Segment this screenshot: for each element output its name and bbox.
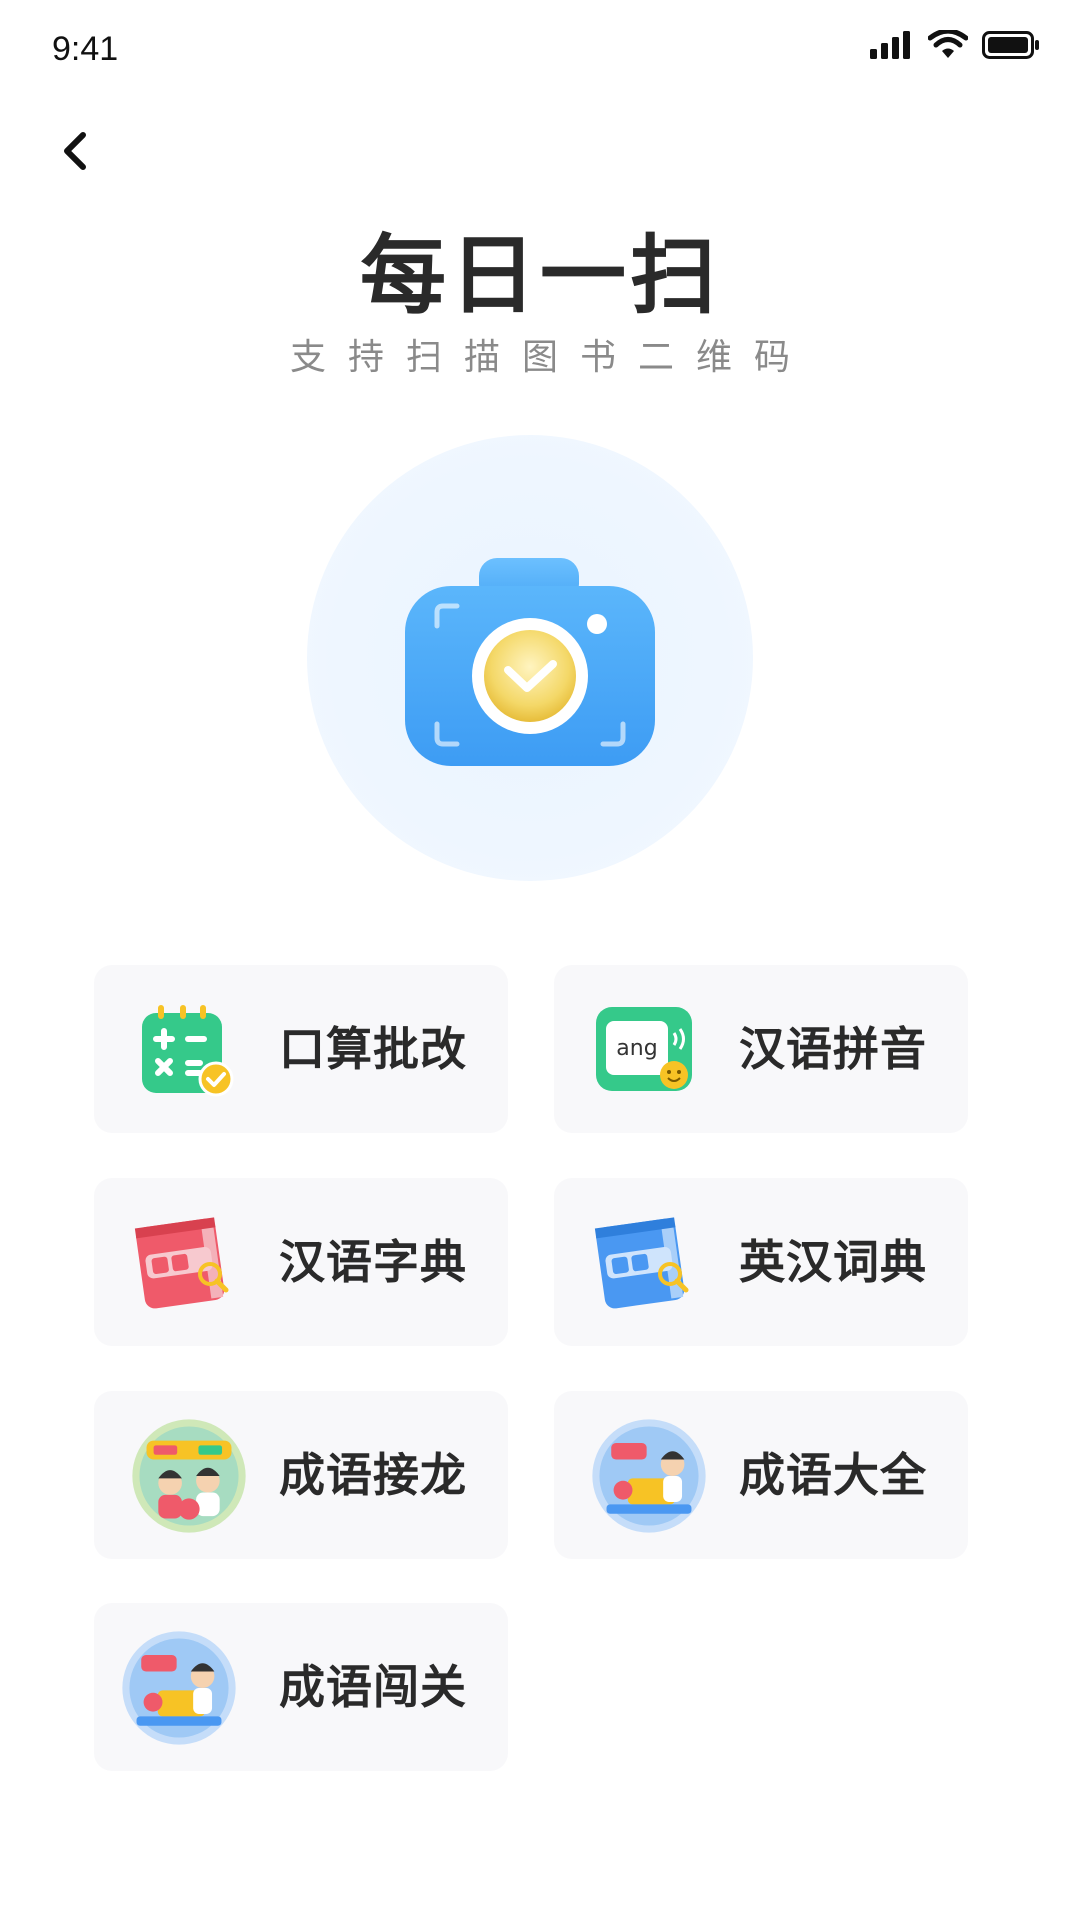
feature-label: 口算批改 [279, 1022, 467, 1076]
scan-button[interactable] [307, 435, 753, 881]
camera-icon [405, 558, 655, 766]
back-button[interactable] [52, 128, 98, 174]
feature-tile-mental-math[interactable]: 口算批改 [94, 965, 508, 1133]
feature-tile-chinese-dictionary[interactable]: 汉语字典 [94, 1178, 508, 1346]
feature-tile-idiom-collection[interactable]: 成语大全 [554, 1391, 968, 1559]
feature-label: 成语大全 [739, 1448, 927, 1502]
feature-label: 英汉词典 [739, 1235, 927, 1289]
chinese-dictionary-icon [134, 1217, 229, 1309]
feature-label: 汉语字典 [279, 1235, 467, 1289]
feature-tile-english-dictionary[interactable]: 英汉词典 [554, 1178, 968, 1346]
feature-tile-pinyin[interactable]: ang 汉语拼音 [554, 965, 968, 1133]
idiom-challenge-icon [122, 1631, 236, 1745]
english-dictionary-icon [594, 1217, 689, 1309]
page-subtitle: 支持扫描图书二维码 [289, 337, 812, 378]
signal-icon [870, 31, 910, 59]
feature-label: 汉语拼音 [739, 1022, 927, 1076]
page: 9:41 每日一扫 支持扫描图书二维码 口算批改 ang 汉语拼音 汉语字典 英… [0, 0, 1080, 1920]
battery-icon [982, 31, 1039, 59]
feature-label: 成语闯关 [279, 1660, 467, 1714]
idiom-chain-icon [132, 1419, 246, 1533]
feature-tile-idiom-challenge[interactable]: 成语闯关 [94, 1603, 508, 1771]
feature-label: 成语接龙 [279, 1448, 467, 1502]
pinyin-icon-text: ang [616, 1036, 657, 1061]
idiom-collection-icon [592, 1419, 706, 1533]
feature-tile-idiom-chain[interactable]: 成语接龙 [94, 1391, 508, 1559]
pinyin-icon: ang [596, 1007, 692, 1091]
calculator-icon [142, 1005, 234, 1097]
chevron-left-icon [64, 132, 86, 170]
status-icons [870, 30, 1040, 60]
status-time: 9:41 [52, 30, 119, 68]
page-title: 每日一扫 [360, 226, 720, 326]
wifi-icon [928, 30, 968, 58]
